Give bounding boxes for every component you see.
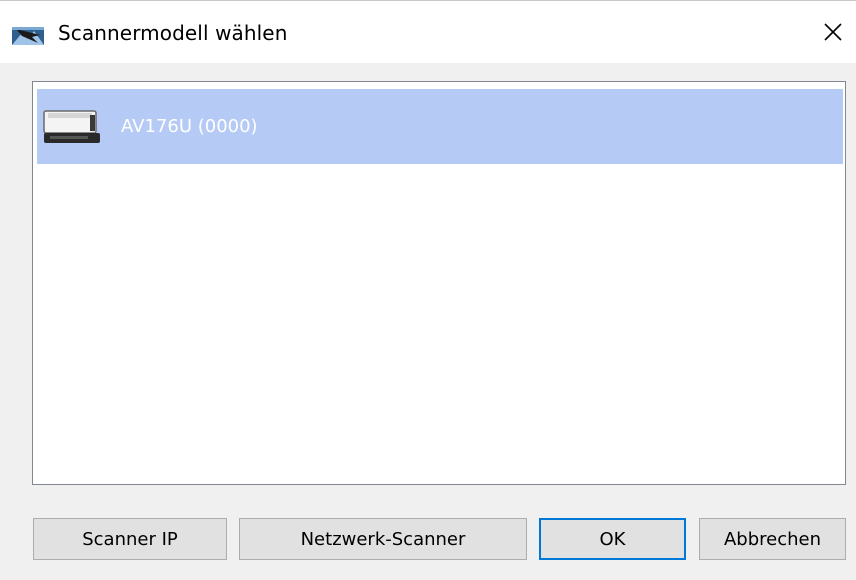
- list-item-scanner[interactable]: AV176U (0000): [37, 89, 843, 164]
- ok-button[interactable]: OK: [539, 518, 686, 560]
- scanner-model-dialog: Scannermodell wählen AV176U (0000) Scann…: [0, 0, 856, 580]
- list-item-label: AV176U (0000): [121, 116, 258, 137]
- scanner-device-icon: [40, 107, 102, 147]
- close-button[interactable]: [810, 11, 856, 57]
- title-bar: Scannermodell wählen: [0, 0, 856, 63]
- scanner-ip-button[interactable]: Scanner IP: [33, 518, 227, 560]
- window-title: Scannermodell wählen: [58, 21, 288, 45]
- close-icon: [823, 22, 843, 46]
- network-scanner-button[interactable]: Netzwerk-Scanner: [239, 518, 527, 560]
- cancel-button[interactable]: Abbrechen: [699, 518, 846, 560]
- scanner-model-list[interactable]: AV176U (0000): [32, 81, 846, 485]
- scanner-app-icon: [12, 25, 44, 47]
